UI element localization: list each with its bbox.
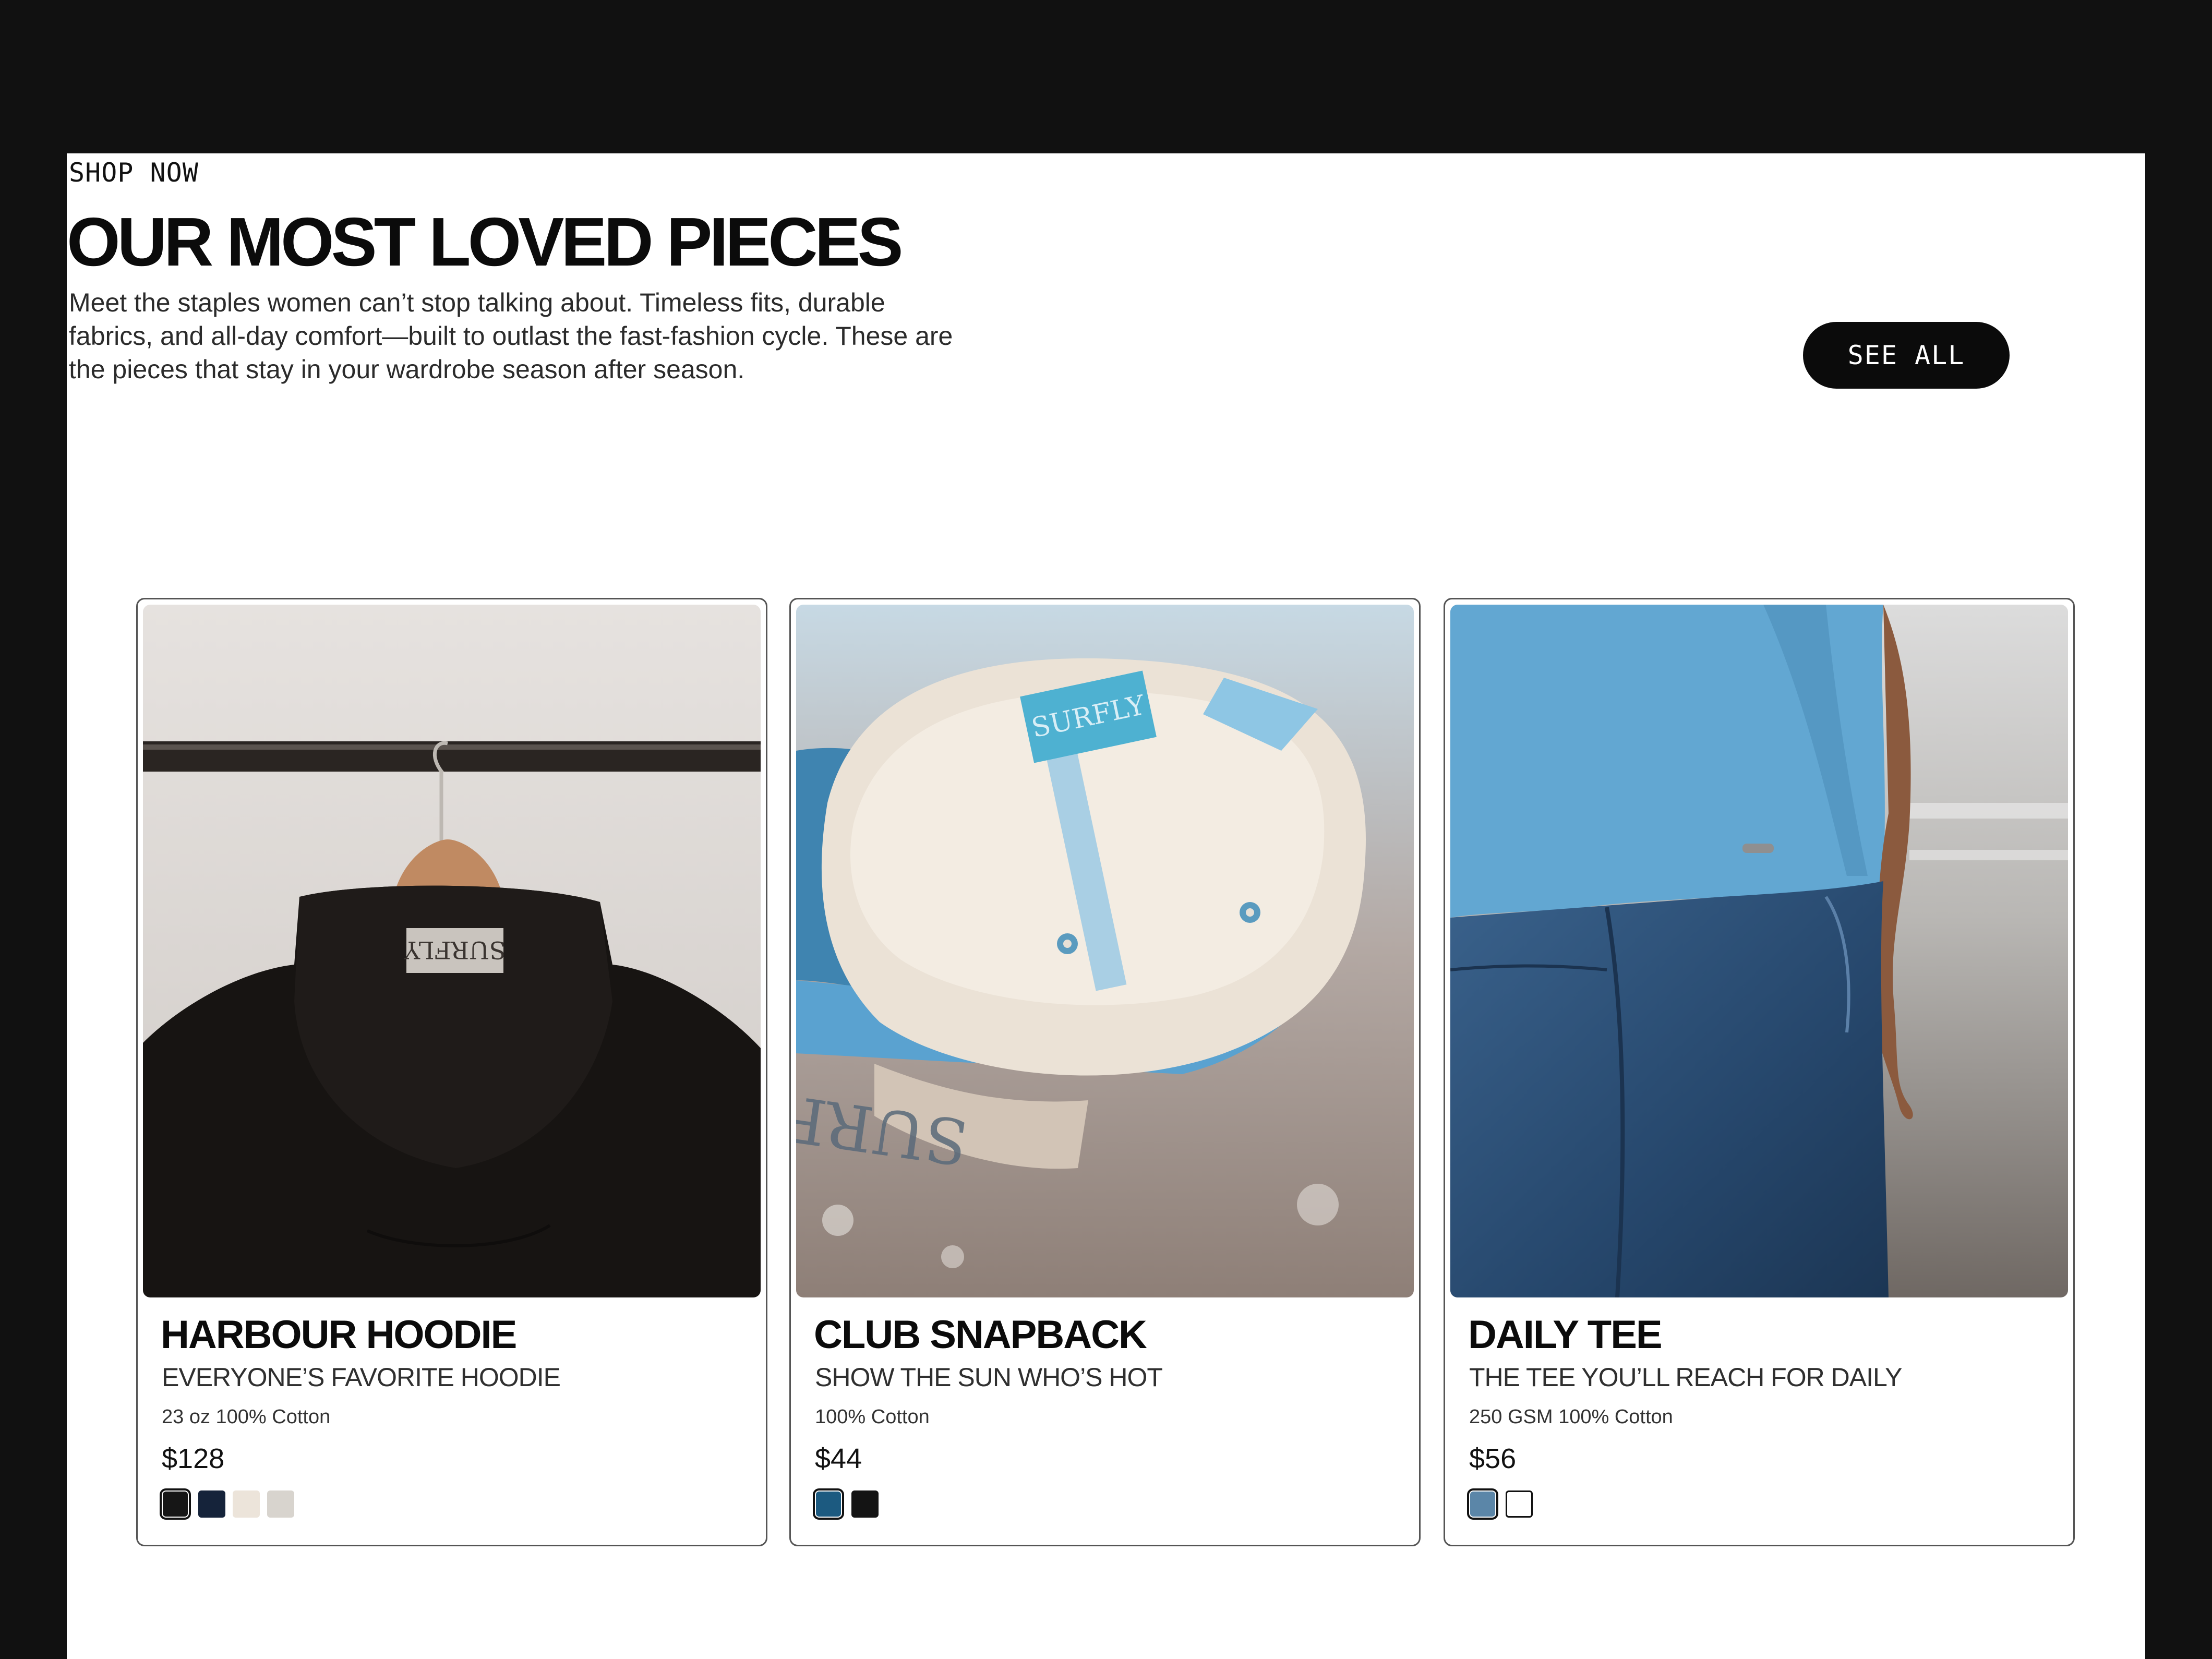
product-material: 23 oz 100% Cotton — [162, 1406, 331, 1428]
swatch-ocean-blue[interactable] — [813, 1488, 844, 1520]
swatch-white[interactable] — [1506, 1490, 1533, 1518]
see-all-button[interactable]: SEE ALL — [1803, 322, 2010, 389]
product-tagline: THE TEE YOU’LL REACH FOR DAILY — [1469, 1363, 1902, 1392]
product-name[interactable]: DAILY TEE — [1468, 1315, 1663, 1355]
product-price: $56 — [1469, 1443, 1517, 1474]
color-swatches — [1467, 1488, 1533, 1520]
product-material: 100% Cotton — [815, 1406, 930, 1428]
hoodie-tag-text: SURFLY — [404, 936, 506, 964]
product-price: $44 — [815, 1443, 862, 1474]
color-swatches — [160, 1488, 294, 1520]
swatch-black[interactable] — [160, 1488, 191, 1520]
product-tagline: EVERYONE’S FAVORITE HOODIE — [162, 1363, 561, 1392]
hoodie-image[interactable]: SURFLY — [143, 605, 761, 1297]
product-price: $128 — [162, 1443, 225, 1474]
swatch-cream[interactable] — [233, 1490, 260, 1518]
swatch-stone[interactable] — [267, 1490, 294, 1518]
product-card-daily-tee[interactable]: DAILY TEE THE TEE YOU’LL REACH FOR DAILY… — [1444, 598, 2075, 1546]
section-eyebrow: SHOP NOW — [69, 158, 199, 188]
product-material: 250 GSM 100% Cotton — [1469, 1406, 1673, 1428]
section-title: OUR MOST LOVED PIECES — [67, 203, 904, 280]
tee-image[interactable] — [1450, 605, 2068, 1297]
product-card-club-snapback[interactable]: SURFLY SURF CLUB SNAPBACK SHOW THE SUN W… — [789, 598, 1421, 1546]
product-tagline: SHOW THE SUN WHO’S HOT — [815, 1363, 1163, 1392]
product-name[interactable]: CLUB SNAPBACK — [814, 1315, 1147, 1355]
product-name[interactable]: HARBOUR HOODIE — [161, 1315, 517, 1355]
snapback-image[interactable]: SURFLY SURF — [796, 605, 1414, 1297]
swatch-navy[interactable] — [198, 1490, 225, 1518]
product-card-harbour-hoodie[interactable]: SURFLY HARBOUR HOODIE EVERYONE’S FAVORIT… — [136, 598, 767, 1546]
color-swatches — [813, 1488, 879, 1520]
section-description: Meet the staples women can’t stop talkin… — [69, 288, 953, 384]
swatch-black[interactable] — [851, 1490, 879, 1518]
swatch-sky-blue[interactable] — [1467, 1488, 1498, 1520]
